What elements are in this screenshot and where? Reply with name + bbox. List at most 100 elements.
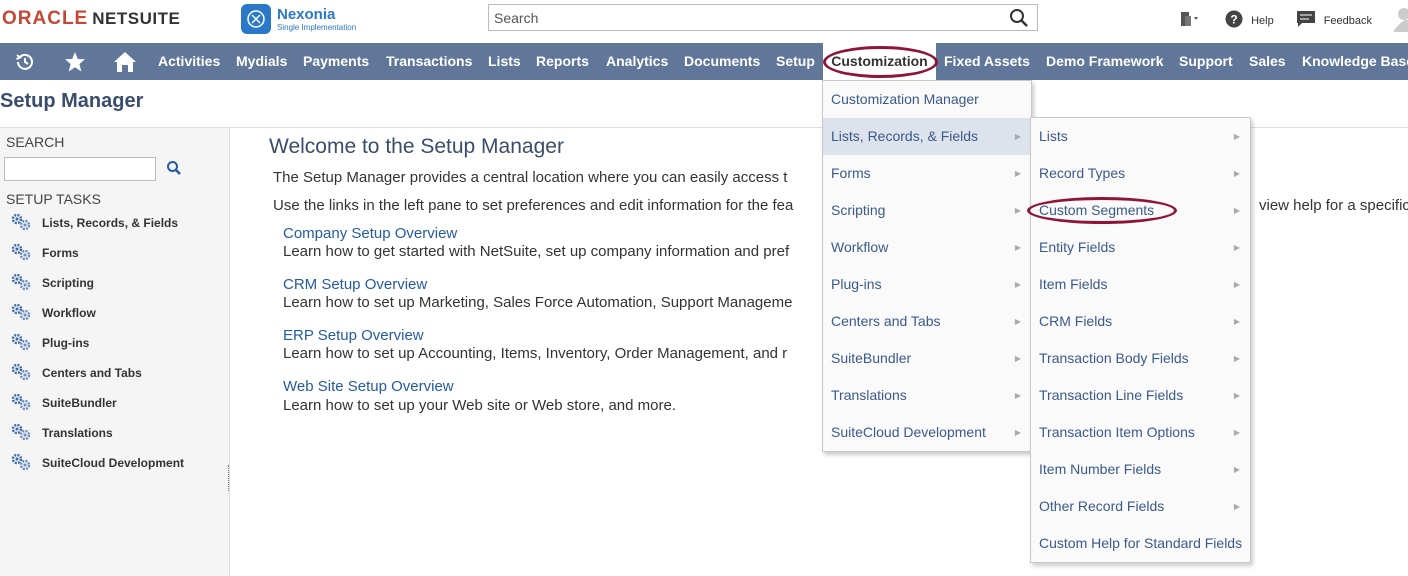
menu-item-forms[interactable]: Forms ▶ (823, 155, 1031, 192)
submenu-item-record-types[interactable]: Record Types ▶ (1031, 155, 1250, 192)
nav-analytics[interactable]: Analytics (606, 43, 668, 80)
task-suitecloud-development[interactable]: SuiteCloud Development (10, 453, 184, 473)
nav-reports[interactable]: Reports (536, 43, 589, 80)
menu-item-label: SuiteBundler (831, 350, 912, 366)
gear-icon (10, 332, 32, 355)
nav-customization[interactable]: Customization (823, 43, 936, 80)
submenu-arrow-icon: ▶ (1014, 169, 1021, 178)
feedback-link[interactable]: Feedback (1296, 10, 1372, 31)
menu-item-label: Customization Manager (831, 91, 979, 107)
pane-resize-handle[interactable] (228, 465, 231, 491)
left-search-icon[interactable] (166, 160, 182, 181)
left-search-input[interactable] (4, 157, 156, 181)
people-menu[interactable] (1177, 10, 1203, 31)
menu-item-label: Record Types (1039, 165, 1126, 181)
menu-item-label: Centers and Tabs (831, 313, 941, 329)
task-lists-records-fields[interactable]: Lists, Records, & Fields (10, 213, 178, 233)
web-site-setup-overview-link[interactable]: Web Site Setup Overview (283, 378, 454, 395)
menu-item-scripting[interactable]: Scripting ▶ (823, 192, 1031, 229)
nav-documents[interactable]: Documents (684, 43, 760, 80)
menu-item-suitebundler[interactable]: SuiteBundler ▶ (823, 340, 1031, 377)
nav-mydials[interactable]: Mydials (236, 43, 287, 80)
help-icon: ? (1225, 10, 1243, 31)
submenu-arrow-icon: ▶ (1233, 502, 1240, 511)
submenu-arrow-icon: ▶ (1014, 132, 1021, 141)
submenu-arrow-icon: ▶ (1014, 206, 1021, 215)
lists-records-fields-submenu: Lists ▶ Record Types ▶ Custom Segments ▶ En… (1030, 117, 1251, 563)
gear-icon (10, 272, 32, 295)
menu-item-label: Transaction Item Options (1039, 424, 1195, 440)
menu-item-label: Entity Fields (1039, 239, 1116, 255)
logo-oracle: ORACLE (2, 8, 89, 29)
menu-item-label: CRM Fields (1039, 313, 1113, 329)
menu-item-workflow[interactable]: Workflow ▶ (823, 229, 1031, 266)
nav-sales[interactable]: Sales (1249, 43, 1286, 80)
erp-setup-overview-link[interactable]: ERP Setup Overview (283, 327, 424, 344)
submenu-arrow-icon: ▶ (1233, 243, 1240, 252)
company-logo[interactable]: Nexonia Single Implementation (241, 3, 356, 35)
submenu-item-crm-fields[interactable]: CRM Fields ▶ (1031, 303, 1250, 340)
submenu-item-lists[interactable]: Lists ▶ (1031, 118, 1250, 155)
star-icon[interactable] (63, 43, 87, 80)
submenu-item-transaction-body-fields[interactable]: Transaction Body Fields ▶ (1031, 340, 1250, 377)
submenu-item-transaction-item-options[interactable]: Transaction Item Options ▶ (1031, 414, 1250, 451)
task-translations[interactable]: Translations (10, 423, 113, 443)
gear-icon (10, 242, 32, 265)
global-search[interactable] (488, 4, 1038, 31)
submenu-item-custom-help-standard-fields[interactable]: Custom Help for Standard Fields (1031, 525, 1250, 562)
menu-item-translations[interactable]: Translations ▶ (823, 377, 1031, 414)
intro-text-1: The Setup Manager provides a central loc… (273, 169, 788, 186)
nav-knowledge-base[interactable]: Knowledge Base (1302, 43, 1408, 80)
help-link[interactable]: ? Help (1225, 10, 1274, 31)
task-workflow[interactable]: Workflow (10, 303, 96, 323)
menu-item-plug-ins[interactable]: Plug-ins ▶ (823, 266, 1031, 303)
submenu-item-custom-segments[interactable]: Custom Segments ▶ (1031, 192, 1250, 229)
task-label: Translations (42, 426, 113, 440)
menu-item-label: Transaction Body Fields (1039, 350, 1189, 366)
task-label: Lists, Records, & Fields (42, 216, 179, 230)
intro-text-2-tail: view help for a specific (1259, 197, 1408, 214)
submenu-item-transaction-line-fields[interactable]: Transaction Line Fields ▶ (1031, 377, 1250, 414)
task-centers-and-tabs[interactable]: Centers and Tabs (10, 363, 142, 383)
search-icon[interactable] (1009, 8, 1029, 33)
nav-support[interactable]: Support (1179, 43, 1233, 80)
home-icon[interactable] (112, 43, 138, 80)
task-scripting[interactable]: Scripting (10, 273, 94, 293)
nav-setup[interactable]: Setup (776, 43, 815, 80)
task-suitebundler[interactable]: SuiteBundler (10, 393, 117, 413)
crm-setup-overview-link[interactable]: CRM Setup Overview (283, 276, 427, 293)
oracle-netsuite-logo[interactable]: ORACLE NETSUITE (2, 8, 180, 30)
submenu-item-entity-fields[interactable]: Entity Fields ▶ (1031, 229, 1250, 266)
submenu-item-other-record-fields[interactable]: Other Record Fields ▶ (1031, 488, 1250, 525)
nav-lists[interactable]: Lists (488, 43, 521, 80)
submenu-item-item-fields[interactable]: Item Fields ▶ (1031, 266, 1250, 303)
menu-item-suitecloud-development[interactable]: SuiteCloud Development ▶ (823, 414, 1031, 451)
nav-fixed-assets[interactable]: Fixed Assets (944, 43, 1030, 80)
user-menu[interactable] (1394, 6, 1408, 35)
menu-item-label: Item Number Fields (1039, 461, 1162, 477)
svg-text:?: ? (1230, 13, 1237, 27)
task-label: Workflow (42, 306, 96, 320)
recent-records-icon[interactable] (12, 43, 38, 80)
welcome-heading: Welcome to the Setup Manager (269, 135, 564, 158)
menu-item-customization-manager[interactable]: Customization Manager (823, 81, 1031, 118)
submenu-arrow-icon: ▶ (1014, 243, 1021, 252)
global-search-input[interactable] (489, 5, 999, 30)
task-forms[interactable]: Forms (10, 243, 79, 263)
nav-activities[interactable]: Activities (158, 43, 220, 80)
nav-demo-framework[interactable]: Demo Framework (1046, 43, 1163, 80)
menu-item-lists-records-fields[interactable]: Lists, Records, & Fields ▶ (823, 118, 1031, 155)
intro-text-2: Use the links in the left pane to set pr… (273, 197, 794, 214)
nav-transactions[interactable]: Transactions (386, 43, 472, 80)
task-plug-ins[interactable]: Plug-ins (10, 333, 89, 353)
nav-payments[interactable]: Payments (303, 43, 369, 80)
menu-item-label: Workflow (831, 239, 889, 255)
task-label: Centers and Tabs (42, 366, 142, 380)
header-right: ? Help Feedback (1155, 6, 1408, 35)
submenu-item-item-number-fields[interactable]: Item Number Fields ▶ (1031, 451, 1250, 488)
menu-item-centers-and-tabs[interactable]: Centers and Tabs ▶ (823, 303, 1031, 340)
company-setup-overview-link[interactable]: Company Setup Overview (283, 225, 457, 242)
company-setup-desc: Learn how to get started with NetSuite, … (283, 243, 790, 260)
submenu-arrow-icon: ▶ (1233, 132, 1240, 141)
gear-icon (10, 362, 32, 385)
